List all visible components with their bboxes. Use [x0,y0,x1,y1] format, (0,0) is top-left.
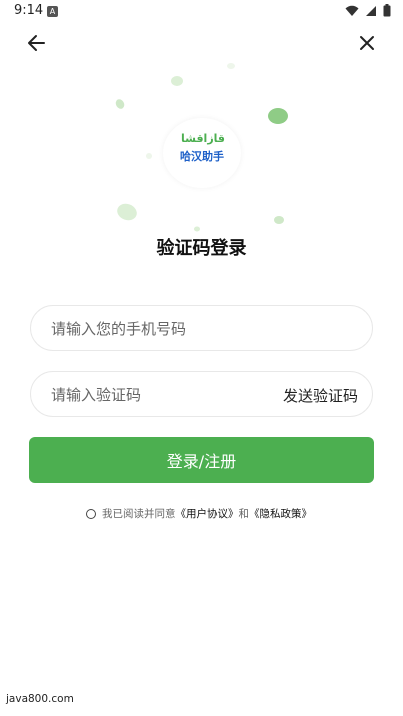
agreement-prefix: 我已阅读并同意 [102,508,176,520]
user-agreement-link[interactable]: 《用户协议》 [176,506,239,521]
login-register-button[interactable]: 登录/注册 [29,437,374,483]
close-button[interactable] [354,30,380,56]
close-icon [360,36,374,50]
code-input[interactable] [49,372,283,418]
send-code-button[interactable]: 发送验证码 [283,385,358,406]
phone-input[interactable] [49,306,283,352]
notification-icon: A [47,6,58,17]
watermark: java800.com [6,693,74,705]
system-icons [345,4,391,17]
status-bar: 9:14 A [0,0,403,24]
status-time: 9:14 [14,3,44,18]
logo-area: قازاقشا 哈汉助手 [100,60,303,240]
agree-radio[interactable] [86,508,96,519]
page-title: 验证码登录 [156,238,247,259]
arrow-left-icon [28,35,45,51]
agreement-and: 和 [238,508,250,520]
code-field[interactable]: 发送验证码 [30,371,373,418]
logo-uyghur-text: قازاقشا [181,132,225,145]
wifi-icon [345,5,359,16]
back-button[interactable] [24,30,50,56]
signal-icon [366,5,376,16]
agreement-row: 我已阅读并同意 《用户协议》 和 《隐私政策》 [86,506,312,521]
phone-field[interactable] [30,305,373,352]
privacy-policy-link[interactable]: 《隐私政策》 [249,506,312,521]
logo-chinese-text: 哈汉助手 [180,150,224,163]
battery-icon [383,4,391,17]
